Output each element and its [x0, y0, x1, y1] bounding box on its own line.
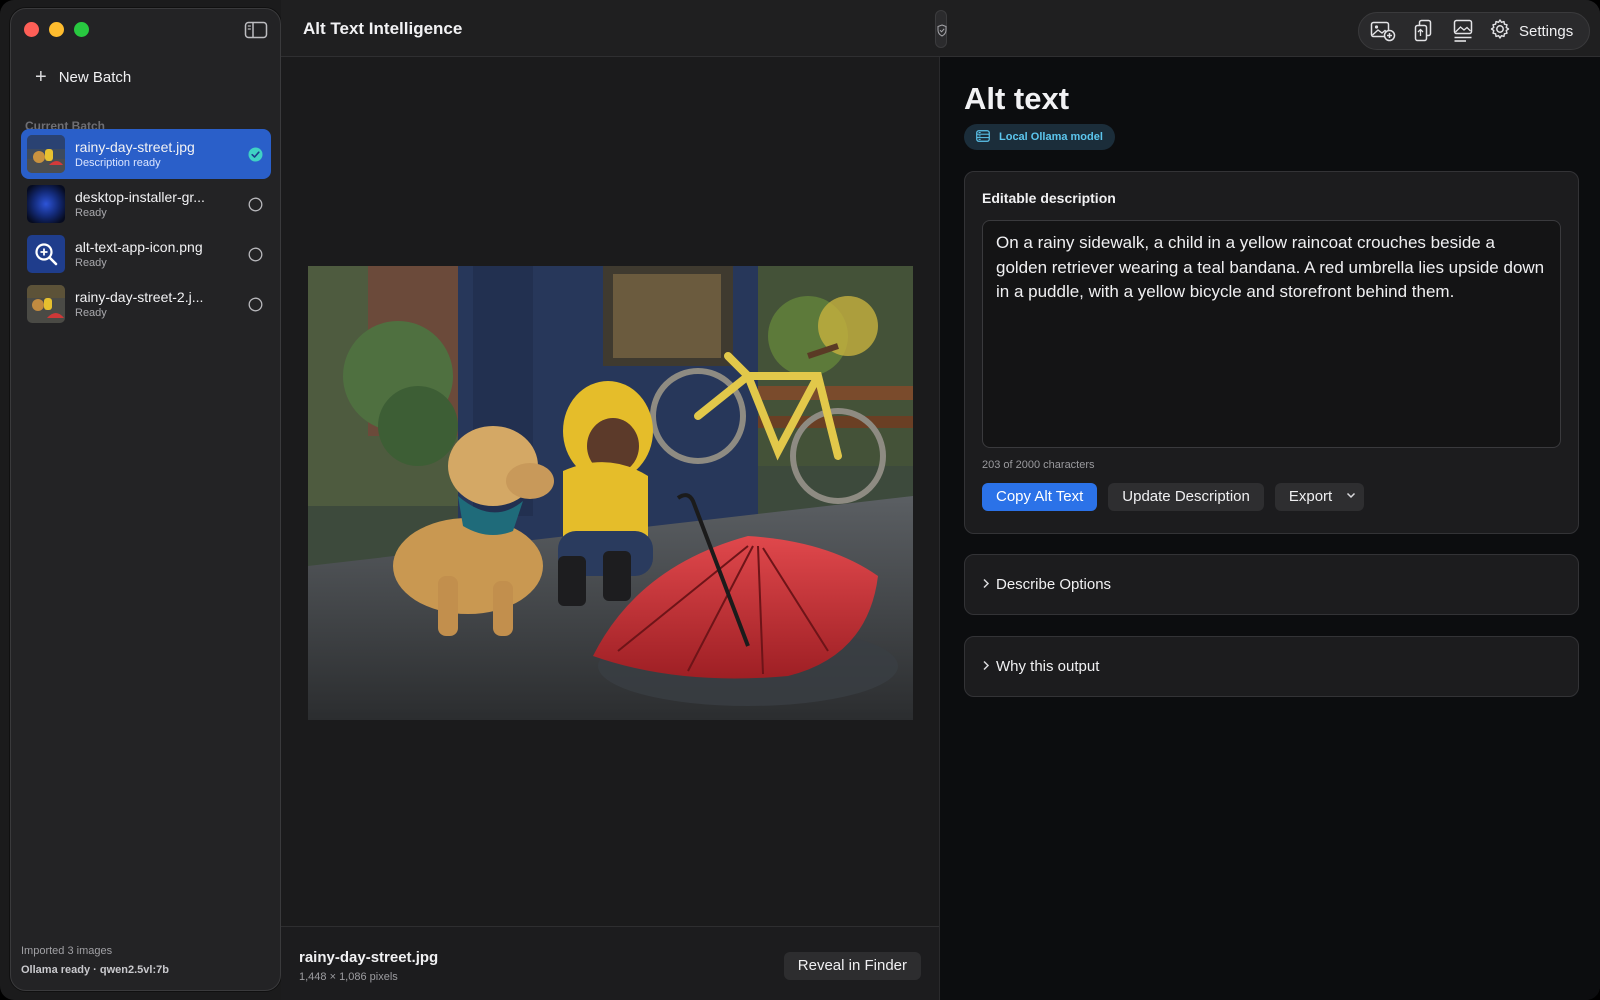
file-status: Ready	[75, 257, 107, 269]
chevron-down-icon[interactable]	[1346, 483, 1356, 511]
why-this-output-section[interactable]: Why this output	[964, 636, 1579, 697]
inspector-title: Alt text	[964, 81, 1070, 116]
copy-document-icon[interactable]	[1409, 17, 1437, 45]
model-badge-label: Local Ollama model	[999, 131, 1103, 143]
description-actions: Copy Alt Text Update Description Export	[982, 483, 1365, 511]
new-batch-button[interactable]: + New Batch	[35, 67, 131, 87]
file-item-rainy-day-street[interactable]: rainy-day-street.jpg Description ready	[21, 129, 271, 179]
server-icon	[976, 129, 990, 145]
preview-filename: rainy-day-street.jpg	[299, 949, 439, 966]
alt-text-inspector: Alt text Local Ollama model Editable des…	[939, 57, 1600, 1000]
close-window-button[interactable]	[24, 22, 39, 37]
zoom-window-button[interactable]	[74, 22, 89, 37]
minimize-window-button[interactable]	[49, 22, 64, 37]
why-this-output-label: Why this output	[996, 658, 1100, 675]
update-description-button[interactable]: Update Description	[1108, 483, 1264, 511]
image-dimensions: 1,448 × 1,086 pixels	[299, 971, 398, 983]
sidebar-toggle-icon[interactable]	[244, 21, 268, 39]
editable-description-label: Editable description	[982, 190, 1116, 206]
character-count: 203 of 2000 characters	[982, 459, 1095, 471]
model-badge: Local Ollama model	[964, 124, 1115, 150]
export-button[interactable]: Export	[1274, 483, 1365, 511]
settings-label: Settings	[1519, 22, 1574, 40]
file-name: rainy-day-street-2.j...	[75, 289, 204, 305]
app-title: Alt Text Intelligence	[303, 19, 463, 38]
plus-icon: +	[35, 66, 47, 88]
sidebar-footer: Imported 3 images Ollama ready · qwen2.5…	[21, 942, 169, 980]
thumbnail-desktop-installer	[27, 185, 65, 223]
empty-circle-icon	[248, 197, 263, 212]
toolbar-actions: Settings	[1358, 12, 1590, 50]
file-item-rainy-day-street-2[interactable]: rainy-day-street-2.j... Ready	[21, 279, 271, 329]
file-status: Ready	[75, 207, 107, 219]
file-item-desktop-installer[interactable]: desktop-installer-gr... Ready	[21, 179, 271, 229]
file-list: rainy-day-street.jpg Description ready d…	[21, 129, 271, 329]
file-name: rainy-day-street.jpg	[75, 139, 195, 155]
image-caption-icon[interactable]	[1449, 17, 1477, 45]
app-window: + New Batch Current Batch rainy-day-stre…	[0, 0, 1600, 1000]
empty-circle-icon	[248, 247, 263, 262]
image-preview-pane	[281, 57, 939, 926]
thumbnail-rainy-street-2	[27, 285, 65, 323]
file-status: Ready	[75, 307, 107, 319]
describe-options-section[interactable]: Describe Options	[964, 554, 1579, 615]
preview-footer: rainy-day-street.jpg 1,448 × 1,086 pixel…	[281, 926, 939, 1000]
file-item-alt-text-app-icon[interactable]: alt-text-app-icon.png Ready	[21, 229, 271, 279]
pane-divider-handle[interactable]	[935, 10, 947, 48]
chevron-right-icon	[982, 577, 990, 592]
file-name: alt-text-app-icon.png	[75, 239, 203, 255]
model-status: Ollama ready · qwen2.5vl:7b	[21, 964, 169, 976]
window-controls	[24, 22, 89, 37]
new-batch-label: New Batch	[58, 68, 132, 86]
editable-description-card: Editable description On a rainy sidewalk…	[964, 171, 1579, 534]
add-image-icon[interactable]	[1369, 17, 1397, 45]
export-label: Export	[1288, 488, 1333, 505]
settings-button[interactable]: Settings	[1489, 18, 1573, 44]
reveal-in-finder-button[interactable]: Reveal in Finder	[783, 952, 921, 980]
file-name: desktop-installer-gr...	[75, 189, 205, 205]
thumbnail-app-icon	[27, 235, 65, 273]
copy-alt-text-button[interactable]: Copy Alt Text	[982, 483, 1098, 511]
description-textarea[interactable]: On a rainy sidewalk, a child in a yellow…	[982, 220, 1561, 448]
file-status: Description ready	[75, 157, 161, 169]
preview-image	[308, 266, 913, 720]
describe-options-label: Describe Options	[996, 576, 1112, 593]
chevron-right-icon	[982, 659, 990, 674]
thumbnail-rainy-street	[27, 135, 65, 173]
toolbar: Alt Text Intelligence Settings	[281, 0, 1600, 57]
sidebar: + New Batch Current Batch rainy-day-stre…	[10, 8, 281, 991]
gear-icon	[1489, 18, 1511, 44]
checkmark-icon	[248, 147, 263, 162]
import-summary: Imported 3 images	[21, 945, 113, 957]
empty-circle-icon	[248, 297, 263, 312]
